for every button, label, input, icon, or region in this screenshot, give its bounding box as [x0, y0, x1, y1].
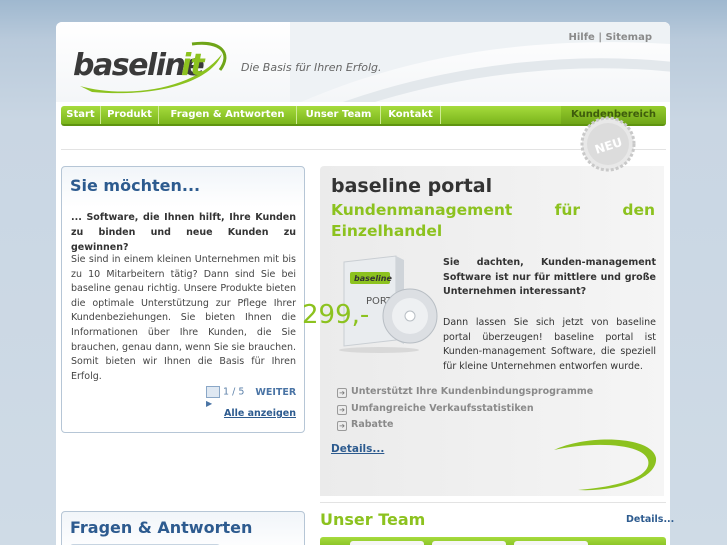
price-swoosh	[554, 439, 657, 491]
nav-item-produkt[interactable]: Produkt	[101, 106, 159, 124]
weiter-link[interactable]: WEITER	[255, 387, 296, 398]
chevron-right-icon[interactable]: ▶	[206, 399, 212, 408]
pager-current: 1	[223, 386, 230, 398]
team-title: Unser Team	[320, 510, 426, 529]
sie-moechten-box: Sie möchten... ... Software, die Ihnen h…	[61, 166, 305, 433]
pager: 1 / 5 WEITER ▶	[206, 386, 304, 409]
sie-moechten-body: Sie sind in einem kleinen Unternehmen mi…	[71, 254, 296, 382]
team-thumbnail[interactable]	[514, 541, 588, 545]
content-divider	[61, 149, 666, 150]
price-label: 299,-	[302, 300, 370, 330]
pages-icon	[206, 386, 220, 398]
faq-box-title: Fragen & Antworten	[70, 518, 253, 537]
portal-subtitle-line2: Einzelhandel	[331, 222, 443, 240]
tagline: Die Basis für Ihren Erfolg.	[241, 61, 382, 74]
top-links-separator: |	[598, 32, 602, 43]
alle-anzeigen-link[interactable]: Alle anzeigen	[224, 408, 296, 419]
portal-description: Dann lassen Sie sich jetzt von baseline …	[443, 317, 656, 372]
sitemap-link[interactable]: Sitemap	[605, 32, 652, 43]
portal-subtitle: Kundenmanagement für den Einzelhandel	[331, 200, 655, 242]
nav-item-start[interactable]: Start	[61, 106, 101, 124]
nav-item-unser-team[interactable]: Unser Team	[297, 106, 381, 124]
nav-item-fragen-antworten[interactable]: Fragen & Antworten	[159, 106, 297, 124]
feature-list: ➔ Unterstützt Ihre Kundenbindungsprogramm…	[337, 384, 593, 434]
team-thumbnail[interactable]	[350, 541, 424, 545]
pager-separator: /	[232, 386, 236, 398]
portal-title: baseline portal	[331, 175, 493, 197]
logo-accent[interactable]: it	[181, 48, 205, 83]
sie-moechten-lead: ... Software, die Ihnen hilft, Ihre Kund…	[71, 212, 296, 253]
portal-intro: Sie dachten, Kunden-management Software …	[443, 257, 656, 298]
team-details-link[interactable]: Details...	[626, 514, 674, 525]
faq-box: Fragen & Antworten	[61, 511, 305, 545]
pager-total: 5	[238, 386, 245, 398]
sie-moechten-title: Sie möchten...	[70, 176, 201, 195]
nav-item-kontakt[interactable]: Kontakt	[381, 106, 441, 124]
arrow-right-icon: ➔	[337, 388, 347, 398]
team-thumbnail[interactable]	[432, 541, 506, 545]
main-nav: Start Produkt Fragen & Antworten Unser T…	[61, 106, 666, 126]
help-link[interactable]: Hilfe	[568, 32, 594, 43]
feature-item: ➔ Rabatte	[337, 417, 593, 434]
neu-badge: NEU	[580, 116, 636, 172]
portal-subtitle-line1: Kundenmanagement für den	[331, 201, 655, 219]
feature-item: ➔ Unterstützt Ihre Kundenbindungsprogramm…	[337, 384, 593, 401]
page-container: baseline it Die Basis für Ihren Erfolg. …	[56, 22, 674, 545]
product-box-brand: baseline	[354, 274, 392, 283]
arrow-right-icon: ➔	[337, 404, 347, 415]
arrow-right-icon: ➔	[337, 421, 347, 431]
top-links: Hilfe | Sitemap	[568, 32, 652, 43]
portal-panel: baseline portal Kundenmanagement für den…	[320, 166, 664, 496]
portal-details-link[interactable]: Details...	[331, 443, 384, 455]
header: baseline it Die Basis für Ihren Erfolg. …	[56, 22, 670, 102]
team-divider	[320, 502, 666, 503]
feature-item: ➔ Umfangreiche Verkaufsstatistiken	[337, 401, 593, 418]
